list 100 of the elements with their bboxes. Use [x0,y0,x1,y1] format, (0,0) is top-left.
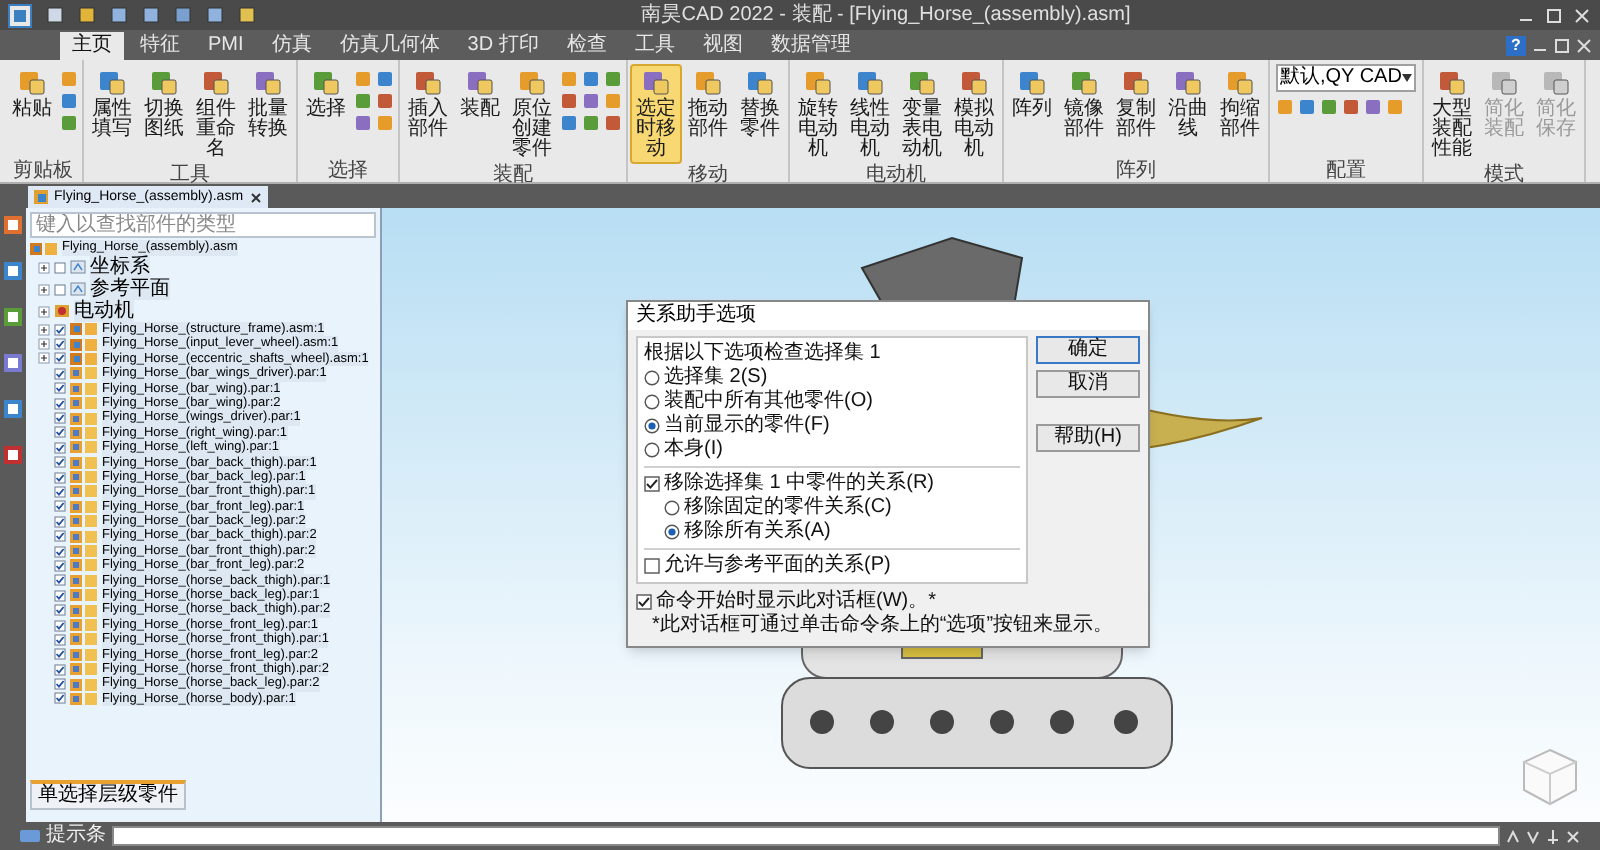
panel-tab-icon[interactable] [4,446,22,464]
pin-icon[interactable] [1546,829,1560,843]
checkbox[interactable] [54,261,66,273]
select-level-button[interactable]: 单选择层级零件 [30,780,186,810]
radio-button[interactable] [664,524,680,540]
ribbon-tab[interactable]: 工具 [622,32,687,60]
ribbon-tab[interactable]: 视图 [690,32,755,60]
ribbon-tab[interactable]: 主页 [60,32,124,60]
ribbon-button[interactable]: 选定时移动 [630,64,682,164]
checkbox[interactable] [54,338,66,351]
ribbon-button[interactable]: 拖动部件 [682,64,734,144]
checkbox[interactable] [54,678,66,691]
checkbox[interactable] [54,633,66,646]
checkbox[interactable] [54,382,66,395]
ribbon-button[interactable]: 装配 [454,64,506,124]
prompt-field[interactable] [112,826,1500,846]
ribbon-button[interactable]: 线性电动机 [844,64,896,164]
radio-button[interactable] [644,370,660,386]
checkbox[interactable] [54,545,66,558]
config-dropdown[interactable]: 默认,QY CAD [1276,64,1416,92]
option-label: 当前显示的零件(F) [664,414,830,437]
ribbon-button[interactable]: 粘贴 [6,64,58,124]
checkbox[interactable] [54,456,66,469]
expand-icon[interactable] [38,305,50,317]
checkbox[interactable] [54,500,66,513]
maximize-icon[interactable] [1543,5,1564,25]
checkbox[interactable] [54,663,66,676]
checkbox[interactable] [636,594,652,610]
checkbox[interactable] [54,323,66,336]
checkbox[interactable] [54,515,66,528]
ribbon-button[interactable]: 切换图纸 [138,64,190,144]
ribbon-tab[interactable]: 3D 打印 [455,32,551,60]
checkbox[interactable] [644,476,660,492]
dialog-button[interactable]: 取消 [1036,370,1140,398]
tree-item[interactable]: 参考平面 [90,278,170,300]
checkbox[interactable] [54,619,66,631]
expand-icon[interactable] [38,323,50,336]
ribbon-button[interactable]: 沿曲线 [1162,64,1214,144]
checkbox[interactable] [54,426,66,439]
tree-item[interactable]: 电动机 [74,300,134,322]
checkbox[interactable] [644,558,660,574]
checkbox[interactable] [54,283,66,295]
ribbon-button[interactable]: 旋转电动机 [792,64,844,164]
ribbon-button[interactable]: 组件重命名 [190,64,242,164]
ribbon-tab[interactable]: 特征 [128,32,192,60]
checkbox[interactable] [54,648,66,661]
panel-tab-icon[interactable] [4,216,22,234]
ribbon-button[interactable]: 属性填写 [86,64,138,144]
ribbon-tab[interactable]: 仿真 [259,32,324,60]
ribbon-tab[interactable]: 仿真几何体 [327,32,452,60]
expand-icon[interactable] [38,352,50,365]
checkbox[interactable] [54,604,66,617]
checkbox[interactable] [54,692,66,705]
radio-button[interactable] [644,394,660,410]
checkbox[interactable] [54,559,66,572]
ribbon-tab[interactable]: PMI [196,32,256,60]
help-button[interactable]: ? [1506,36,1526,56]
radio-button[interactable] [644,442,660,458]
ribbon-button[interactable]: 批量转换 [242,64,294,144]
ribbon-button[interactable]: 复制部件 [1110,64,1162,144]
ribbon-button[interactable]: 变量表电动机 [896,64,948,164]
expand-icon[interactable] [38,283,50,295]
radio-button[interactable] [644,418,660,434]
ribbon-button[interactable]: 原位创建零件 [506,64,558,164]
expand-icon[interactable] [38,261,50,273]
ribbon-button[interactable]: 模拟电动机 [948,64,1000,164]
tree-item[interactable]: 坐标系 [90,256,150,278]
dialog-button[interactable]: 帮助(H) [1036,424,1140,452]
checkbox[interactable] [54,352,66,365]
ribbon-tab[interactable]: 数据管理 [758,32,863,60]
radio-button[interactable] [664,500,680,516]
dialog-button[interactable]: 确定 [1036,336,1140,364]
expand-icon[interactable] [38,338,50,351]
close-icon[interactable] [249,191,262,203]
checkbox[interactable] [54,367,66,380]
app-logo-icon[interactable] [8,3,32,27]
checkbox[interactable] [54,441,66,454]
ribbon-tab[interactable]: 检查 [554,32,619,60]
panel-tab-icon[interactable] [4,354,22,372]
checkbox[interactable] [54,397,66,410]
ribbon-button[interactable]: 拘缩部件 [1214,64,1266,144]
group-label: 模式 [1482,164,1526,186]
panel-tab-icon[interactable] [4,400,22,418]
restore-icon[interactable] [1554,38,1570,54]
checkbox[interactable] [54,412,66,425]
checkbox[interactable] [54,530,66,543]
ribbon-button[interactable]: 插入部件 [402,64,454,144]
checkbox[interactable] [54,471,66,484]
blocks-icon [906,66,938,98]
blocks-icon [744,66,776,98]
checkbox[interactable] [54,574,66,587]
ribbon-button[interactable]: 替换零件 [734,64,786,144]
ribbon-button[interactable]: 大型装配性能 [1426,64,1478,164]
checkbox[interactable] [54,485,66,498]
checkbox[interactable] [54,589,66,602]
panel-tab-icon[interactable] [4,308,22,326]
panel-tab-icon[interactable] [4,262,22,280]
ribbon-button[interactable]: 阵列 [1006,64,1058,124]
ribbon-button[interactable]: 选择 [300,64,352,124]
ribbon-button[interactable]: 镜像部件 [1058,64,1110,144]
